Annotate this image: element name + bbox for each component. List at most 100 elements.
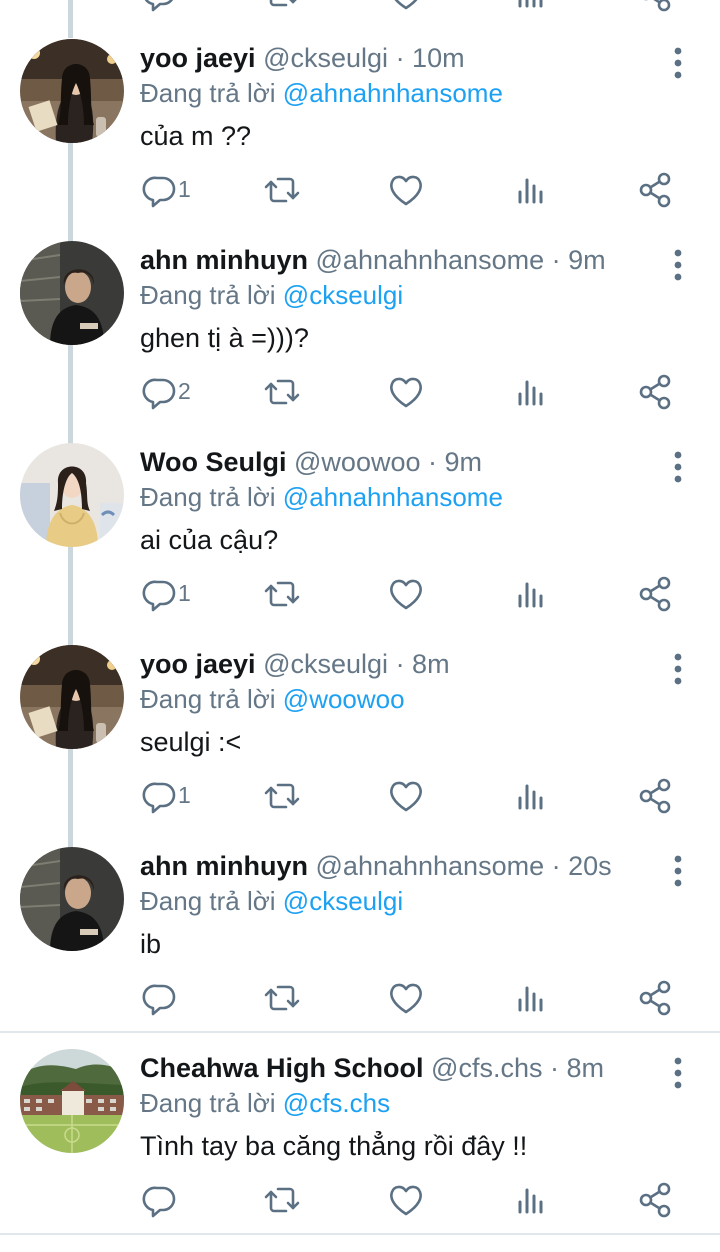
reply-icon — [142, 378, 176, 410]
replying-to: Đang trả lời @ahnahnhansome — [140, 76, 503, 110]
tweet-header: Cheahwa High School @cfs.chs · 8m — [140, 1050, 604, 1086]
reply-button[interactable] — [140, 776, 180, 816]
tweet[interactable]: ahn minhuyn @ahnahnhansome · 9m Đang trả… — [0, 241, 720, 444]
like-icon — [390, 1185, 422, 1216]
like-button[interactable] — [386, 170, 426, 210]
display-name[interactable]: Cheahwa High School — [140, 1053, 424, 1083]
reply-button[interactable] — [140, 978, 180, 1018]
retweet-icon — [264, 379, 300, 405]
avatar-man-dark-portrait[interactable] — [20, 241, 124, 345]
tweet-actions: 1 — [0, 574, 720, 614]
display-name[interactable]: yoo jaeyi — [140, 649, 256, 679]
more-options-icon[interactable] — [664, 652, 692, 686]
reply-button[interactable] — [140, 372, 180, 412]
analytics-button[interactable] — [511, 776, 551, 816]
reply-icon — [142, 782, 176, 814]
retweet-button[interactable] — [262, 574, 302, 614]
retweet-button[interactable] — [262, 170, 302, 210]
analytics-button[interactable] — [511, 1180, 551, 1220]
retweet-button[interactable] — [262, 776, 302, 816]
more-options-icon[interactable] — [664, 1056, 692, 1090]
more-options-icon[interactable] — [664, 450, 692, 484]
more-options-icon[interactable] — [664, 854, 692, 888]
reply-count: 1 — [178, 176, 191, 202]
share-icon[interactable] — [636, 0, 676, 14]
replying-to-label: Đang trả lời — [140, 280, 276, 310]
tweet-actions — [0, 1180, 720, 1220]
retweet-button[interactable] — [262, 1180, 302, 1220]
retweet-icon[interactable] — [262, 0, 302, 14]
replying-to-mention[interactable]: @ahnahnhansome — [283, 482, 503, 512]
analytics-button[interactable] — [511, 978, 551, 1018]
analytics-icon — [518, 784, 543, 810]
reply-button[interactable] — [140, 170, 180, 210]
display-name[interactable]: Woo Seulgi — [140, 447, 287, 477]
analytics-button[interactable] — [511, 372, 551, 412]
handle: @ckseulgi — [263, 649, 389, 679]
replying-to-mention[interactable]: @woowoo — [283, 684, 405, 714]
avatar-school-building-field[interactable] — [20, 1049, 124, 1153]
replying-to-mention[interactable]: @ckseulgi — [283, 280, 403, 310]
like-button[interactable] — [386, 1180, 426, 1220]
replying-to-mention[interactable]: @ahnahnhansome — [283, 78, 503, 108]
like-icon — [390, 175, 422, 206]
avatar-woman-yellow-sweater[interactable] — [20, 443, 124, 547]
share-icon — [639, 172, 671, 208]
reply-count: 1 — [178, 580, 191, 606]
tweet[interactable]: Cheahwa High School @cfs.chs · 8m Đang t… — [0, 1049, 720, 1252]
retweet-icon — [264, 177, 300, 203]
like-button[interactable] — [386, 776, 426, 816]
display-name[interactable]: ahn minhuyn — [140, 245, 308, 275]
analytics-icon — [518, 380, 543, 406]
tweet[interactable]: ahn minhuyn @ahnahnhansome · 20s Đang tr… — [0, 847, 720, 1050]
tweet[interactable]: yoo jaeyi @ckseulgi · 8m Đang trả lời @w… — [0, 645, 720, 848]
reply-icon[interactable] — [140, 0, 180, 14]
replying-to-mention[interactable]: @cfs.chs — [283, 1088, 390, 1118]
replying-to-mention[interactable]: @ckseulgi — [283, 886, 403, 916]
tweet-text: ib — [140, 929, 162, 959]
share-button[interactable] — [636, 372, 676, 412]
like-icon[interactable] — [386, 0, 426, 14]
retweet-button[interactable] — [262, 372, 302, 412]
share-button[interactable] — [636, 574, 676, 614]
handle: @ahnahnhansome — [315, 245, 545, 275]
share-button[interactable] — [636, 170, 676, 210]
like-button[interactable] — [386, 372, 426, 412]
reply-icon — [142, 1186, 176, 1218]
analytics-icon[interactable] — [511, 0, 551, 14]
tweet[interactable]: Woo Seulgi @woowoo · 9m Đang trả lời @ah… — [0, 443, 720, 646]
share-icon — [639, 778, 671, 814]
share-button[interactable] — [636, 776, 676, 816]
tweet-actions: 2 — [0, 372, 720, 412]
avatar-woman-dark-hair-cafe[interactable] — [20, 39, 124, 143]
analytics-icon — [518, 582, 543, 608]
more-options-icon[interactable] — [664, 46, 692, 80]
share-button[interactable] — [636, 978, 676, 1018]
share-icon — [639, 1182, 671, 1218]
tweet[interactable]: yoo jaeyi @ckseulgi · 10m Đang trả lời @… — [0, 39, 720, 242]
previous-tweet-actions — [0, 0, 720, 14]
reply-button[interactable] — [140, 1180, 180, 1220]
like-icon — [390, 377, 422, 408]
more-options-icon[interactable] — [664, 248, 692, 282]
avatar-woman-dark-hair-cafe[interactable] — [20, 645, 124, 749]
tweet-actions: 1 — [0, 776, 720, 816]
replying-to: Đang trả lời @cfs.chs — [140, 1086, 390, 1120]
replying-to: Đang trả lời @ckseulgi — [140, 278, 403, 312]
share-button[interactable] — [636, 1180, 676, 1220]
timestamp: · 20s — [551, 851, 612, 881]
replying-to-label: Đang trả lời — [140, 482, 276, 512]
display-name[interactable]: yoo jaeyi — [140, 43, 256, 73]
like-icon — [390, 781, 422, 812]
display-name[interactable]: ahn minhuyn — [140, 851, 308, 881]
like-button[interactable] — [386, 978, 426, 1018]
avatar-man-dark-portrait[interactable] — [20, 847, 124, 951]
analytics-button[interactable] — [511, 170, 551, 210]
timestamp: · 8m — [395, 649, 450, 679]
analytics-button[interactable] — [511, 574, 551, 614]
analytics-icon — [518, 178, 543, 204]
like-button[interactable] — [386, 574, 426, 614]
reply-button[interactable] — [140, 574, 180, 614]
retweet-button[interactable] — [262, 978, 302, 1018]
section-divider — [0, 1233, 720, 1235]
